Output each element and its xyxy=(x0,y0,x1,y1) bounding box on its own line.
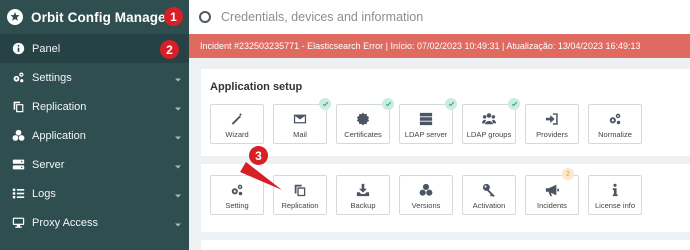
tile-license-info[interactable]: License info xyxy=(588,175,642,215)
copy-icon xyxy=(293,183,307,197)
copy-icon xyxy=(11,100,25,114)
server-icon xyxy=(11,158,25,172)
chevron-down-icon xyxy=(175,161,181,169)
cubes-icon xyxy=(419,183,433,197)
search-input[interactable] xyxy=(221,10,621,24)
cogs-icon xyxy=(11,71,25,85)
check-icon xyxy=(319,98,331,110)
key-icon xyxy=(482,183,496,197)
check-icon xyxy=(445,98,457,110)
check-icon xyxy=(508,98,520,110)
sidebar-item-server[interactable]: Server xyxy=(0,150,189,179)
tile-ldap-groups[interactable]: LDAP groups xyxy=(462,98,520,144)
callout-badge-2: 2 xyxy=(160,40,179,59)
envelope-icon xyxy=(293,112,307,126)
sign-in-icon xyxy=(545,112,559,126)
tile-label: Mail xyxy=(293,130,307,139)
tile-activation[interactable]: Activation xyxy=(462,175,516,215)
certificate-icon xyxy=(356,112,370,126)
tile-backup[interactable]: Backup xyxy=(336,175,390,215)
app-title: Orbit Config Manager xyxy=(31,9,171,25)
sidebar-item-label: Panel xyxy=(32,42,61,55)
tile-label: License info xyxy=(594,201,636,210)
next-card xyxy=(201,240,690,250)
tile-ldap-server[interactable]: LDAP server xyxy=(399,98,457,144)
callout-badge-1: 1 xyxy=(164,7,183,26)
info-icon xyxy=(608,183,622,197)
tile-label: Certificates xyxy=(344,130,382,139)
tile-mail[interactable]: Mail xyxy=(273,98,331,144)
incident-count-badge: 2 xyxy=(562,168,574,180)
application-setup-card: Application setup Wizard Mail Certificat… xyxy=(201,69,690,156)
tile-wizard[interactable]: Wizard xyxy=(210,104,264,144)
tile-label: Wizard xyxy=(225,130,249,139)
chevron-down-icon xyxy=(175,190,181,198)
tile-incidents[interactable]: 2 Incidents xyxy=(525,168,579,215)
tile-label: Activation xyxy=(472,201,506,210)
cubes-icon xyxy=(11,129,25,143)
sidebar-item-label: Server xyxy=(32,158,65,171)
tile-label: Normalize xyxy=(598,130,632,139)
tile-certificates[interactable]: Certificates xyxy=(336,98,394,144)
callout-badge-3: 3 xyxy=(249,146,268,165)
desktop-icon xyxy=(11,216,25,230)
search-icon[interactable] xyxy=(199,11,211,23)
card-title: Application setup xyxy=(210,81,303,93)
download-icon xyxy=(356,183,370,197)
tile-label: Incidents xyxy=(536,201,568,210)
alert-text: Incident #232503235771 - Elasticsearch E… xyxy=(200,41,641,51)
users-icon xyxy=(482,112,496,126)
tile-label: Versions xyxy=(411,201,441,210)
tile-versions[interactable]: Versions xyxy=(399,175,453,215)
chevron-down-icon xyxy=(175,103,181,111)
list-icon xyxy=(11,187,25,201)
sidebar-item-replication[interactable]: Replication xyxy=(0,92,189,121)
chevron-down-icon xyxy=(175,132,181,140)
magic-wand-icon xyxy=(230,112,244,126)
tile-providers[interactable]: Providers xyxy=(525,104,579,144)
sidebar-item-label: Proxy Access xyxy=(32,216,99,229)
app-logo-icon xyxy=(7,9,23,25)
tile-label: Replication xyxy=(281,201,319,210)
sidebar-item-label: Replication xyxy=(32,100,87,113)
sidebar-item-label: Settings xyxy=(32,71,72,84)
sidebar-item-settings[interactable]: Settings xyxy=(0,63,189,92)
cogs-icon xyxy=(608,112,622,126)
sidebar-item-label: Application xyxy=(32,129,86,142)
sidebar-item-label: Logs xyxy=(32,187,56,200)
chevron-down-icon xyxy=(175,74,181,82)
check-icon xyxy=(382,98,394,110)
sidebar-item-application[interactable]: Application xyxy=(0,121,189,150)
sidebar: Orbit Config Manager Panel Settings Repl… xyxy=(0,0,189,250)
tile-label: LDAP server xyxy=(404,130,448,139)
tile-label: Backup xyxy=(350,201,376,210)
tile-label: LDAP groups xyxy=(466,130,512,139)
brand[interactable]: Orbit Config Manager xyxy=(0,0,189,34)
tile-label: Providers xyxy=(536,130,568,139)
sidebar-item-proxy-access[interactable]: Proxy Access xyxy=(0,208,189,237)
bullhorn-icon xyxy=(545,183,559,197)
top-bar xyxy=(189,0,690,34)
server-icon xyxy=(419,112,433,126)
tile-normalize[interactable]: Normalize xyxy=(588,104,642,144)
incident-alert-banner[interactable]: Incident #232503235771 - Elasticsearch E… xyxy=(189,34,690,58)
info-icon xyxy=(11,42,25,56)
tile-label: Setting xyxy=(225,201,249,210)
chevron-down-icon xyxy=(175,219,181,227)
sidebar-item-logs[interactable]: Logs xyxy=(0,179,189,208)
